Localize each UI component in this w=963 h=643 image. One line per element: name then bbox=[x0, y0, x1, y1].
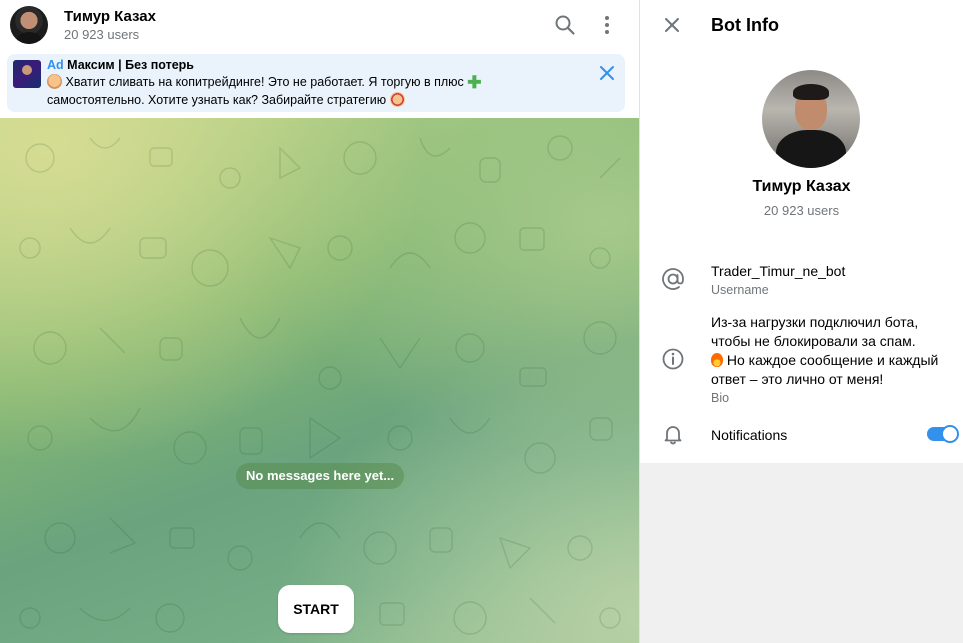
ad-thumbnail[interactable] bbox=[13, 60, 41, 88]
ad-text-part2: самостоятельно. Хотите узнать как? Забир… bbox=[47, 92, 387, 107]
ad-sender: Максим | Без потерь bbox=[67, 58, 194, 72]
profile-avatar[interactable] bbox=[762, 70, 860, 168]
lips-emoji-icon bbox=[389, 91, 405, 107]
chat-background: No messages here yet... bbox=[0, 118, 639, 643]
sponsored-message-banner[interactable]: Ad Максим | Без потерь Хватит сливать на… bbox=[7, 54, 625, 112]
ad-header: Ad Максим | Без потерь bbox=[47, 58, 194, 72]
panel-title: Bot Info bbox=[711, 15, 779, 35]
notifications-label: Notifications bbox=[711, 427, 788, 443]
chat-title[interactable]: Тимур Казах bbox=[64, 8, 156, 25]
ad-text-part1: Хватит сливать на копитрейдинге! Это не … bbox=[65, 75, 464, 89]
bio-line2: Но каждое сообщение и каждый ответ – это… bbox=[711, 352, 939, 387]
notifications-toggle[interactable] bbox=[927, 425, 959, 443]
bio-value[interactable]: Из-за нагрузки подключил бота, чтобы не … bbox=[711, 313, 961, 389]
bio-label: Bio bbox=[711, 391, 730, 405]
doodle-pattern bbox=[19, 135, 621, 635]
bell-icon bbox=[660, 421, 686, 447]
bio-line1: Из-за нагрузки подключил бота, чтобы не … bbox=[711, 314, 919, 349]
face-emoji-icon bbox=[47, 74, 62, 89]
search-icon[interactable] bbox=[553, 13, 577, 37]
ad-text: Хватит сливать на копитрейдинге! Это не … bbox=[47, 74, 567, 109]
ad-tag: Ad bbox=[47, 58, 64, 72]
fire-emoji-icon bbox=[711, 353, 723, 367]
bot-info-panel: Bot Info Тимур Казах 20 923 users Trader… bbox=[640, 0, 963, 643]
bot-info-card: Bot Info Тимур Казах 20 923 users Trader… bbox=[640, 0, 963, 463]
toggle-knob bbox=[941, 425, 959, 443]
chat-subtitle: 20 923 users bbox=[64, 27, 140, 42]
plus-emoji-icon: ✚ bbox=[467, 73, 482, 92]
username-value[interactable]: Trader_Timur_ne_bot bbox=[711, 263, 845, 279]
close-icon[interactable] bbox=[662, 15, 682, 35]
username-label: Username bbox=[711, 283, 769, 297]
at-sign-icon bbox=[660, 266, 686, 292]
avatar[interactable] bbox=[10, 6, 48, 44]
chat-header[interactable]: Тимур Казах 20 923 users bbox=[0, 0, 639, 50]
close-icon[interactable] bbox=[597, 63, 617, 83]
profile-subscribers: 20 923 users bbox=[763, 203, 840, 218]
empty-chat-notice: No messages here yet... bbox=[236, 463, 405, 489]
start-button[interactable]: START bbox=[278, 585, 354, 633]
chat-column: Тимур Казах 20 923 users Ad Максим | Без… bbox=[0, 0, 639, 643]
profile-name: Тимур Казах bbox=[752, 178, 851, 195]
more-vertical-icon[interactable] bbox=[595, 13, 619, 37]
info-icon bbox=[660, 346, 686, 372]
